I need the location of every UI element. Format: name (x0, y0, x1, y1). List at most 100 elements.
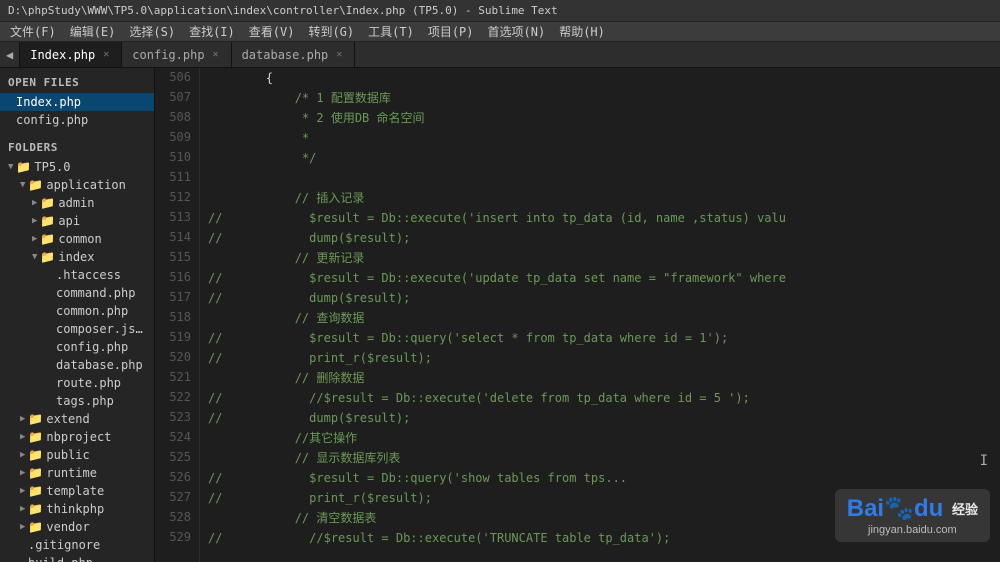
ln-517: 517 (163, 288, 191, 308)
arrow-admin: ▶ (32, 198, 37, 208)
code-line-507: /* 1 配置数据库 (208, 88, 992, 108)
tab-scroll-left[interactable]: ◀ (0, 42, 20, 67)
menu-help[interactable]: 帮助(H) (553, 22, 611, 41)
folder-label-nbproject: nbproject (46, 430, 111, 444)
editor-container: 506 507 508 509 510 511 512 513 514 515 … (155, 68, 1000, 562)
tab-config-php[interactable]: config.php ✕ (122, 42, 231, 67)
arrow-tp50: ▼ (8, 162, 13, 172)
folder-extend[interactable]: ▶ 📁 extend (0, 410, 154, 428)
code-line-517: // dump($result); (208, 288, 992, 308)
code-line-523: // dump($result); (208, 408, 992, 428)
folder-thinkphp[interactable]: ▶ 📁 thinkphp (0, 500, 154, 518)
ln-526: 526 (163, 468, 191, 488)
open-files-title: OPEN FILES (0, 72, 154, 93)
folder-index[interactable]: ▼ 📁 index (0, 248, 154, 266)
title-bar: D:\phpStudy\WWW\TP5.0\application\index\… (0, 0, 1000, 22)
ln-513: 513 (163, 208, 191, 228)
tab-close-config[interactable]: ✕ (211, 48, 221, 61)
ln-524: 524 (163, 428, 191, 448)
code-lines: { /* 1 配置数据库 * 2 使用DB 命名空间 * */ // 插入记录 … (200, 68, 1000, 562)
tab-label-database: database.php (242, 48, 329, 62)
ln-512: 512 (163, 188, 191, 208)
menu-view[interactable]: 查看(V) (243, 22, 301, 41)
ln-510: 510 (163, 148, 191, 168)
sidebar-file-config[interactable]: config.php (0, 111, 154, 129)
main-layout: OPEN FILES Index.php config.php FOLDERS … (0, 68, 1000, 562)
file-build-php[interactable]: build.php (0, 554, 154, 562)
folder-common[interactable]: ▶ 📁 common (0, 230, 154, 248)
code-line-509: * (208, 128, 992, 148)
folder-icon-thinkphp: 📁 (28, 502, 43, 516)
arrow-application: ▼ (20, 180, 25, 190)
code-line-515: // 更新记录 (208, 248, 992, 268)
tab-close-database[interactable]: ✕ (334, 48, 344, 61)
folder-runtime[interactable]: ▶ 📁 runtime (0, 464, 154, 482)
ln-514: 514 (163, 228, 191, 248)
ln-516: 516 (163, 268, 191, 288)
folder-icon-vendor: 📁 (28, 520, 43, 534)
ln-523: 523 (163, 408, 191, 428)
folder-template[interactable]: ▶ 📁 template (0, 482, 154, 500)
arrow-public: ▶ (20, 450, 25, 460)
folder-label-api: api (58, 214, 80, 228)
menu-edit[interactable]: 编辑(E) (64, 22, 122, 41)
line-numbers: 506 507 508 509 510 511 512 513 514 515 … (155, 68, 200, 562)
folder-api[interactable]: ▶ 📁 api (0, 212, 154, 230)
menu-preferences[interactable]: 首选项(N) (482, 22, 552, 41)
ln-511: 511 (163, 168, 191, 188)
menu-select[interactable]: 选择(S) (123, 22, 181, 41)
folder-admin[interactable]: ▶ 📁 admin (0, 194, 154, 212)
menu-goto[interactable]: 转到(G) (302, 22, 360, 41)
file-tags-php[interactable]: tags.php (0, 392, 154, 410)
title-text: D:\phpStudy\WWW\TP5.0\application\index\… (8, 4, 558, 17)
folder-label-vendor: vendor (46, 520, 89, 534)
code-editor[interactable]: 506 507 508 509 510 511 512 513 514 515 … (155, 68, 1000, 562)
menu-bar: 文件(F) 编辑(E) 选择(S) 查找(I) 查看(V) 转到(G) 工具(T… (0, 22, 1000, 42)
file-composer-json[interactable]: composer.json (0, 320, 154, 338)
menu-project[interactable]: 项目(P) (422, 22, 480, 41)
folder-tp50[interactable]: ▼ 📁 TP5.0 (0, 158, 154, 176)
tab-close-index[interactable]: ✕ (101, 48, 111, 61)
file-common-php[interactable]: common.php (0, 302, 154, 320)
folder-application[interactable]: ▼ 📁 application (0, 176, 154, 194)
code-line-525: // 显示数据库列表 (208, 448, 992, 468)
code-line-526: // $result = Db::query('show tables from… (208, 468, 992, 488)
file-config-php[interactable]: config.php (0, 338, 154, 356)
code-line-506: { (208, 68, 992, 88)
code-line-520: // print_r($result); (208, 348, 992, 368)
sidebar-file-index[interactable]: Index.php (0, 93, 154, 111)
folder-icon-public: 📁 (28, 448, 43, 462)
tab-label-index: Index.php (30, 48, 95, 62)
folder-nbproject[interactable]: ▶ 📁 nbproject (0, 428, 154, 446)
code-line-519: // $result = Db::query('select * from tp… (208, 328, 992, 348)
folder-icon-index: 📁 (40, 250, 55, 264)
file-htaccess[interactable]: .htaccess (0, 266, 154, 284)
ln-520: 520 (163, 348, 191, 368)
folder-icon-extend: 📁 (28, 412, 43, 426)
folder-public[interactable]: ▶ 📁 public (0, 446, 154, 464)
ln-507: 507 (163, 88, 191, 108)
code-content: 506 507 508 509 510 511 512 513 514 515 … (155, 68, 1000, 562)
folder-icon-admin: 📁 (40, 196, 55, 210)
code-line-514: // dump($result); (208, 228, 992, 248)
code-line-521: // 删除数据 (208, 368, 992, 388)
menu-find[interactable]: 查找(I) (183, 22, 241, 41)
menu-tools[interactable]: 工具(T) (362, 22, 420, 41)
file-database-php[interactable]: database.php (0, 356, 154, 374)
code-line-528: // 清空数据表 (208, 508, 992, 528)
ln-519: 519 (163, 328, 191, 348)
code-line-524: //其它操作 (208, 428, 992, 448)
folder-label-admin: admin (58, 196, 94, 210)
folder-label-public: public (46, 448, 89, 462)
folders-section: FOLDERS ▼ 📁 TP5.0 ▼ 📁 application ▶ 📁 ad… (0, 133, 154, 562)
tab-index-php[interactable]: Index.php ✕ (20, 42, 122, 67)
menu-file[interactable]: 文件(F) (4, 22, 62, 41)
code-line-516: // $result = Db::execute('update tp_data… (208, 268, 992, 288)
arrow-vendor: ▶ (20, 522, 25, 532)
tab-database-php[interactable]: database.php ✕ (232, 42, 356, 67)
file-command-php[interactable]: command.php (0, 284, 154, 302)
file-route-php[interactable]: route.php (0, 374, 154, 392)
folder-label-runtime: runtime (46, 466, 97, 480)
file-gitignore[interactable]: .gitignore (0, 536, 154, 554)
folder-vendor[interactable]: ▶ 📁 vendor (0, 518, 154, 536)
